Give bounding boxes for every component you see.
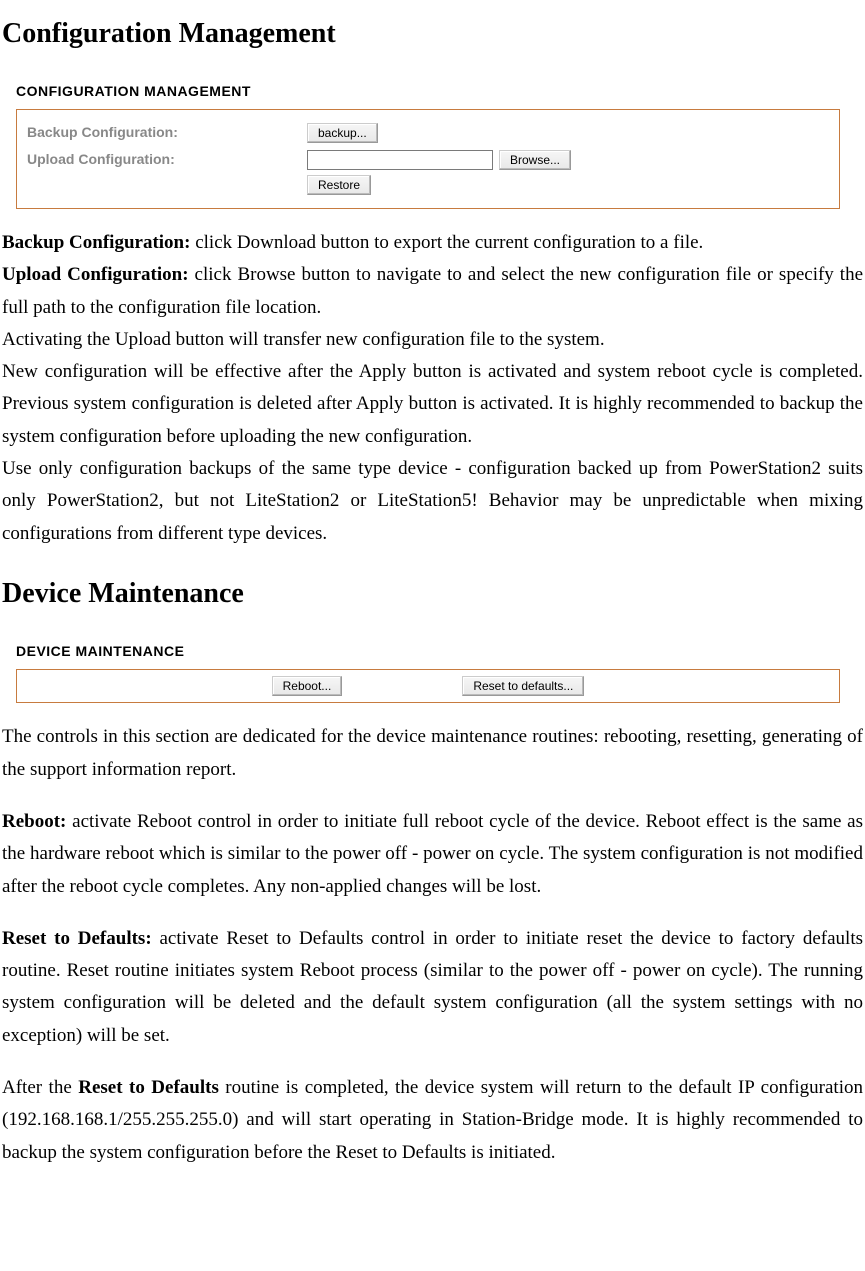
upload-row: Upload Configuration: Browse... bbox=[27, 148, 829, 172]
reboot-text: activate Reboot control in order to init… bbox=[2, 811, 863, 897]
backup-config-term: Backup Configuration: bbox=[2, 232, 190, 253]
upload-label: Upload Configuration: bbox=[27, 148, 307, 172]
config-panel-caption: CONFIGURATION MANAGEMENT bbox=[16, 80, 863, 104]
maintenance-panel-caption: DEVICE MAINTENANCE bbox=[16, 640, 863, 664]
configuration-management-heading: Configuration Management bbox=[2, 10, 863, 58]
reset-after-a: After the bbox=[2, 1077, 78, 1098]
reboot-button[interactable]: Reboot... bbox=[272, 676, 343, 696]
upload-config-desc: Upload Configuration: click Browse butto… bbox=[2, 259, 863, 324]
new-config-effective-desc: New configuration will be effective afte… bbox=[2, 356, 863, 453]
browse-button[interactable]: Browse... bbox=[499, 150, 571, 170]
reboot-desc: Reboot: activate Reboot control in order… bbox=[2, 806, 863, 903]
backup-config-text: click Download button to export the curr… bbox=[190, 232, 703, 253]
reboot-term: Reboot: bbox=[2, 811, 66, 832]
backup-row: Backup Configuration: backup... bbox=[27, 121, 829, 145]
config-management-panel: CONFIGURATION MANAGEMENT Backup Configur… bbox=[16, 80, 863, 209]
reset-after-bold: Reset to Defaults bbox=[78, 1077, 219, 1098]
reset-defaults-after-desc: After the Reset to Defaults routine is c… bbox=[2, 1072, 863, 1169]
backup-config-desc: Backup Configuration: click Download but… bbox=[2, 227, 863, 259]
reset-term: Reset to Defaults: bbox=[2, 928, 152, 949]
device-maintenance-panel: DEVICE MAINTENANCE Reboot... Reset to de… bbox=[16, 640, 863, 704]
restore-row: Restore bbox=[27, 175, 829, 195]
maintenance-panel-body: Reboot... Reset to defaults... bbox=[16, 669, 840, 703]
device-maintenance-heading: Device Maintenance bbox=[2, 570, 863, 618]
config-panel-body: Backup Configuration: backup... Upload C… bbox=[16, 109, 840, 209]
maintenance-intro-desc: The controls in this section are dedicat… bbox=[2, 721, 863, 786]
config-warning-desc: Use only configuration backups of the sa… bbox=[2, 453, 863, 550]
backup-button[interactable]: backup... bbox=[307, 123, 378, 143]
upload-activate-desc: Activating the Upload button will transf… bbox=[2, 324, 863, 356]
reset-defaults-button[interactable]: Reset to defaults... bbox=[462, 676, 584, 696]
restore-button[interactable]: Restore bbox=[307, 175, 371, 195]
reset-defaults-desc: Reset to Defaults: activate Reset to Def… bbox=[2, 923, 863, 1052]
backup-label: Backup Configuration: bbox=[27, 121, 307, 145]
upload-file-input[interactable] bbox=[307, 150, 493, 170]
upload-config-term: Upload Configuration: bbox=[2, 264, 189, 285]
